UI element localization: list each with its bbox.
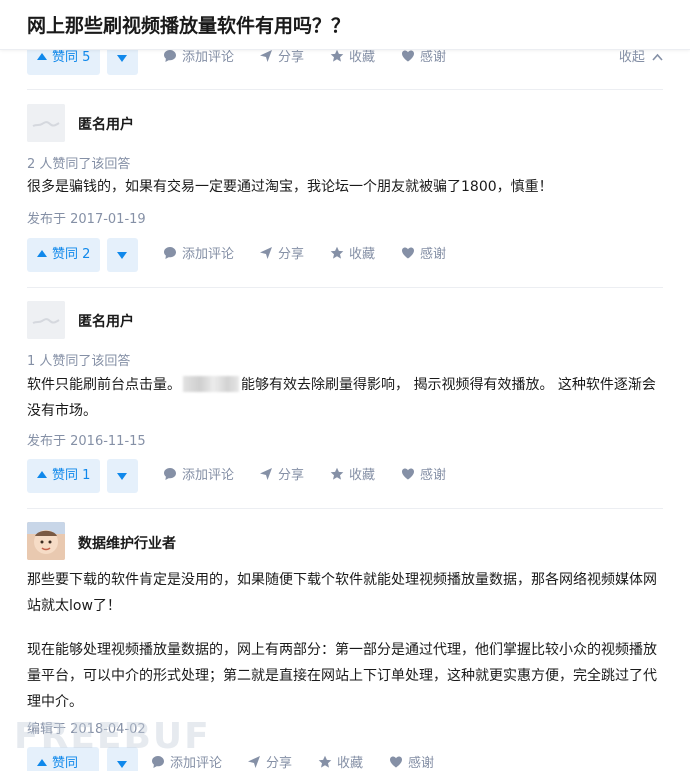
question-title[interactable]: 网上那些刷视频播放量软件有用吗？？ — [27, 11, 350, 38]
triangle-down-icon — [117, 473, 127, 480]
comment-icon — [164, 50, 176, 62]
favorite-button[interactable]: 收藏 — [318, 747, 363, 771]
triangle-up-icon — [37, 471, 47, 478]
chevron-up-icon — [652, 53, 663, 61]
anonymous-avatar-icon — [27, 301, 65, 339]
avatar[interactable] — [27, 104, 65, 142]
heart-icon — [390, 756, 402, 768]
triangle-down-icon — [117, 761, 127, 768]
thanks-button[interactable]: 感谢 — [401, 459, 446, 493]
share-button[interactable]: 分享 — [259, 459, 304, 493]
divider — [27, 287, 663, 288]
comment-icon — [164, 247, 176, 259]
share-icon — [248, 756, 260, 768]
share-icon — [260, 247, 272, 259]
vote-count: 2 人赞同了该回答 — [27, 157, 131, 172]
triangle-up-icon — [37, 250, 47, 257]
comment-button[interactable]: 添加评论 — [163, 238, 234, 272]
avatar[interactable] — [27, 522, 65, 560]
divider — [27, 89, 663, 90]
downvote-button[interactable] — [107, 459, 138, 493]
publish-date[interactable]: 发布于 2016-11-15 — [27, 430, 146, 449]
author-name[interactable]: 匿名用户 — [78, 311, 134, 331]
answer-list: 赞同 5 添加评论 分享 收藏 感谢 收起 匿名用户 2 人赞同了该回答 很多是… — [0, 0, 690, 771]
share-icon — [260, 50, 272, 62]
triangle-up-icon — [37, 759, 47, 766]
answer-paragraph: 现在能够处理视频播放量数据的，网上有两部分：第一部分是通过代理，他们掌握比较小众… — [27, 642, 657, 710]
upvote-button[interactable]: 赞同 2 — [27, 238, 101, 272]
thanks-button[interactable]: 感谢 — [401, 238, 446, 272]
answer-body: 很多是骗钱的，如果有交易一定要通过淘宝，我论坛一个朋友就被骗了1800，慎重！ — [27, 179, 553, 195]
author-name[interactable]: 数据维护行业者 — [78, 533, 176, 553]
thanks-button[interactable]: 感谢 — [389, 747, 434, 771]
favorite-button[interactable]: 收藏 — [330, 238, 375, 272]
comment-button[interactable]: 添加评论 — [163, 459, 234, 493]
triangle-down-icon — [117, 252, 127, 259]
anonymous-avatar-icon — [27, 104, 65, 142]
favorite-button[interactable]: 收藏 — [330, 459, 375, 493]
answer-actions: 赞同 2 添加评论 分享 收藏 感谢 — [27, 238, 663, 272]
vote-count: 1 人赞同了该回答 — [27, 354, 131, 369]
heart-icon — [402, 468, 414, 480]
heart-icon — [402, 247, 414, 259]
answer-actions: 赞同 1 添加评论 分享 收藏 感谢 — [27, 459, 663, 493]
avatar[interactable] — [27, 301, 65, 339]
answer-body: 软件只能刷前台点击量。 能够有效去除刷量得影响， 揭示视频得有效播放。 这种软件逐… — [27, 376, 656, 419]
heart-icon — [402, 50, 414, 62]
triangle-up-icon — [37, 53, 47, 60]
watermark: FREEBUF — [14, 716, 211, 757]
star-icon — [330, 49, 344, 62]
triangle-down-icon — [117, 55, 127, 62]
share-icon — [260, 468, 272, 480]
comment-icon — [152, 756, 164, 768]
author-name[interactable]: 匿名用户 — [78, 114, 134, 134]
share-button[interactable]: 分享 — [259, 238, 304, 272]
upvote-button[interactable]: 赞同 1 — [27, 459, 101, 493]
answer-paragraph: 那些要下载的软件肯定是没用的，如果随便下载个软件就能处理视频播放量数据，那各网络… — [27, 572, 657, 614]
publish-date[interactable]: 发布于 2017-01-19 — [27, 208, 146, 227]
divider — [27, 508, 663, 509]
star-icon — [330, 246, 344, 259]
star-icon — [330, 467, 344, 480]
comment-icon — [164, 468, 176, 480]
blurred-text — [183, 376, 239, 392]
downvote-button[interactable] — [107, 238, 138, 272]
question-header: 网上那些刷视频播放量软件有用吗？？ — [0, 0, 690, 50]
share-button[interactable]: 分享 — [247, 747, 292, 771]
star-icon — [318, 755, 332, 768]
baby-photo-avatar — [27, 522, 65, 560]
